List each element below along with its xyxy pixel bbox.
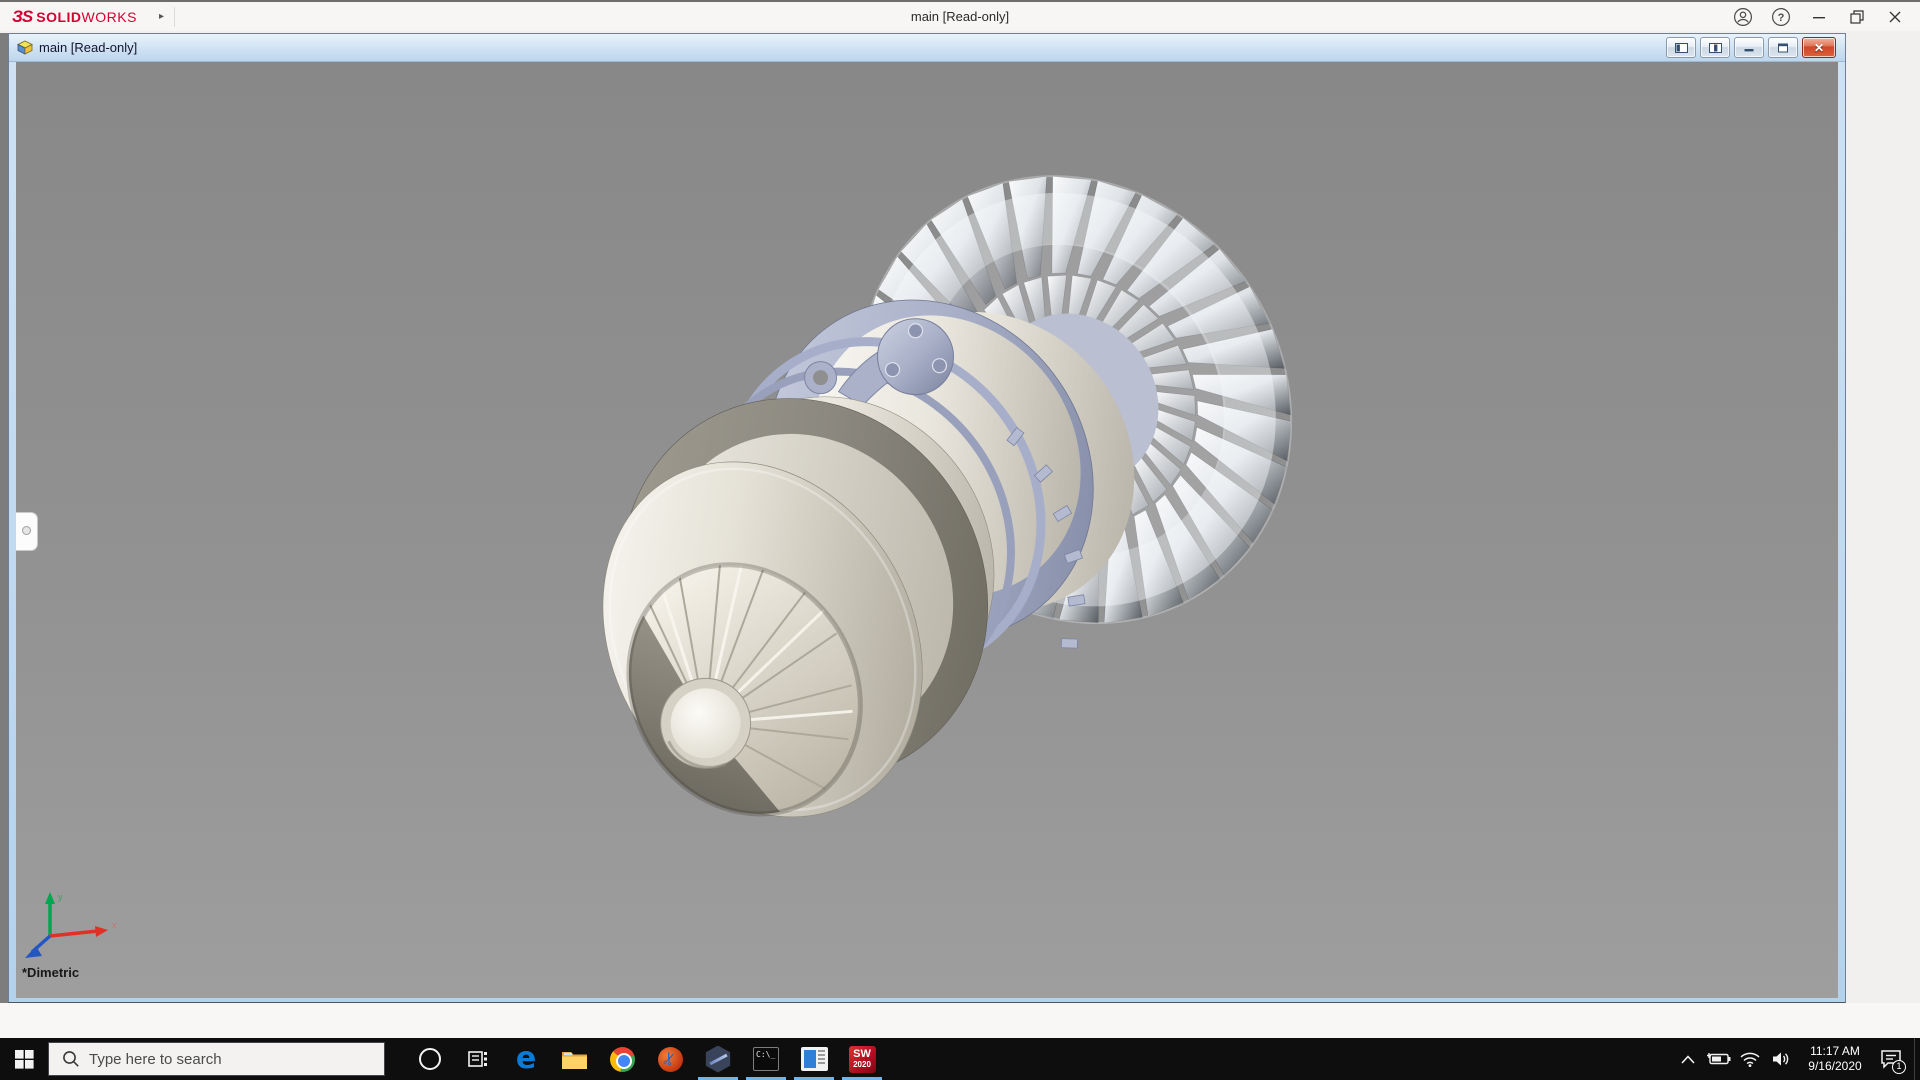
left-gutter <box>0 33 8 1003</box>
hexagon-app-icon[interactable] <box>694 1038 742 1080</box>
action-center-icon[interactable]: 1 <box>1876 1038 1906 1080</box>
restore-icon[interactable] <box>1838 2 1876 31</box>
svg-text:?: ? <box>1778 12 1785 24</box>
notification-badge: 1 <box>1892 1060 1906 1074</box>
brand-works: WORKS <box>81 8 137 25</box>
doc-minimize-icon[interactable] <box>1734 37 1764 58</box>
taskbar: Type here to search e ✂ C:\_ SW 2020 11:1… <box>0 1038 1920 1080</box>
chrome-icon[interactable] <box>598 1038 646 1080</box>
wifi-icon[interactable] <box>1738 1038 1762 1080</box>
panel-tab-dot-icon <box>22 526 31 535</box>
document-window-controls: ✕ <box>1662 37 1836 58</box>
media-app-icon[interactable] <box>790 1038 838 1080</box>
tray-date: 9/16/2020 <box>1808 1059 1862 1073</box>
close-icon[interactable] <box>1876 2 1914 31</box>
app-window-controls: ? <box>1724 2 1914 31</box>
app-titlebar: ЗS SOLID WORKS ▸ main [Read-only] ? <box>0 2 1920 31</box>
edge-icon[interactable]: e <box>502 1038 550 1080</box>
3ds-logo-icon: ЗS <box>12 6 33 26</box>
jet-engine-model <box>602 175 1293 857</box>
snip-icon[interactable]: ✂ <box>646 1038 694 1080</box>
show-desktop-divider[interactable] <box>1914 1038 1915 1080</box>
command-prompt-icon[interactable]: C:\_ <box>742 1038 790 1080</box>
svg-text:x: x <box>112 920 117 930</box>
help-icon[interactable]: ? <box>1762 2 1800 31</box>
windows-start-icon[interactable] <box>0 1038 48 1080</box>
svg-text:y: y <box>58 892 63 902</box>
menu-expand-arrow-icon[interactable]: ▸ <box>159 11 164 22</box>
status-bar <box>0 1003 1920 1038</box>
split-pane-right-icon[interactable] <box>1700 37 1730 58</box>
search-input[interactable]: Type here to search <box>48 1042 385 1076</box>
doc-maximize-icon[interactable] <box>1768 37 1798 58</box>
3d-model-viewport[interactable]: y x *Dimetric <box>16 62 1838 998</box>
document-window: main [Read-only] ✕ y x *Dimetric <box>8 33 1846 1003</box>
feature-panel-tab[interactable] <box>16 512 38 551</box>
system-tray: 11:17 AM 9/16/2020 1 <box>1676 1038 1920 1080</box>
search-placeholder: Type here to search <box>89 1050 222 1068</box>
tray-time: 11:17 AM <box>1810 1044 1860 1058</box>
file-explorer-icon[interactable] <box>550 1038 598 1080</box>
solidworks-icon[interactable]: SW 2020 <box>838 1038 886 1080</box>
document-titlebar[interactable]: main [Read-only] ✕ <box>9 34 1845 62</box>
app-window-title: main [Read-only] <box>910 9 1010 24</box>
document-title: main [Read-only] <box>39 40 138 55</box>
split-pane-left-icon[interactable] <box>1666 37 1696 58</box>
volume-icon[interactable] <box>1769 1038 1793 1080</box>
battery-icon[interactable] <box>1707 1038 1731 1080</box>
account-icon[interactable] <box>1724 2 1762 31</box>
taskbar-clock[interactable]: 11:17 AM 9/16/2020 <box>1804 1044 1866 1074</box>
search-icon <box>63 1051 79 1067</box>
minimize-icon[interactable] <box>1800 2 1838 31</box>
chevron-up-icon[interactable] <box>1676 1038 1700 1080</box>
solidworks-logo: ЗS SOLID WORKS <box>12 7 137 27</box>
brand-solid: SOLID <box>36 8 82 25</box>
titlebar-divider <box>173 6 175 27</box>
view-orientation-label: *Dimetric <box>22 965 80 980</box>
cortana-icon[interactable] <box>406 1038 454 1080</box>
task-view-icon[interactable] <box>454 1038 502 1080</box>
part-cube-icon <box>17 40 33 55</box>
doc-close-icon[interactable]: ✕ <box>1802 37 1836 58</box>
